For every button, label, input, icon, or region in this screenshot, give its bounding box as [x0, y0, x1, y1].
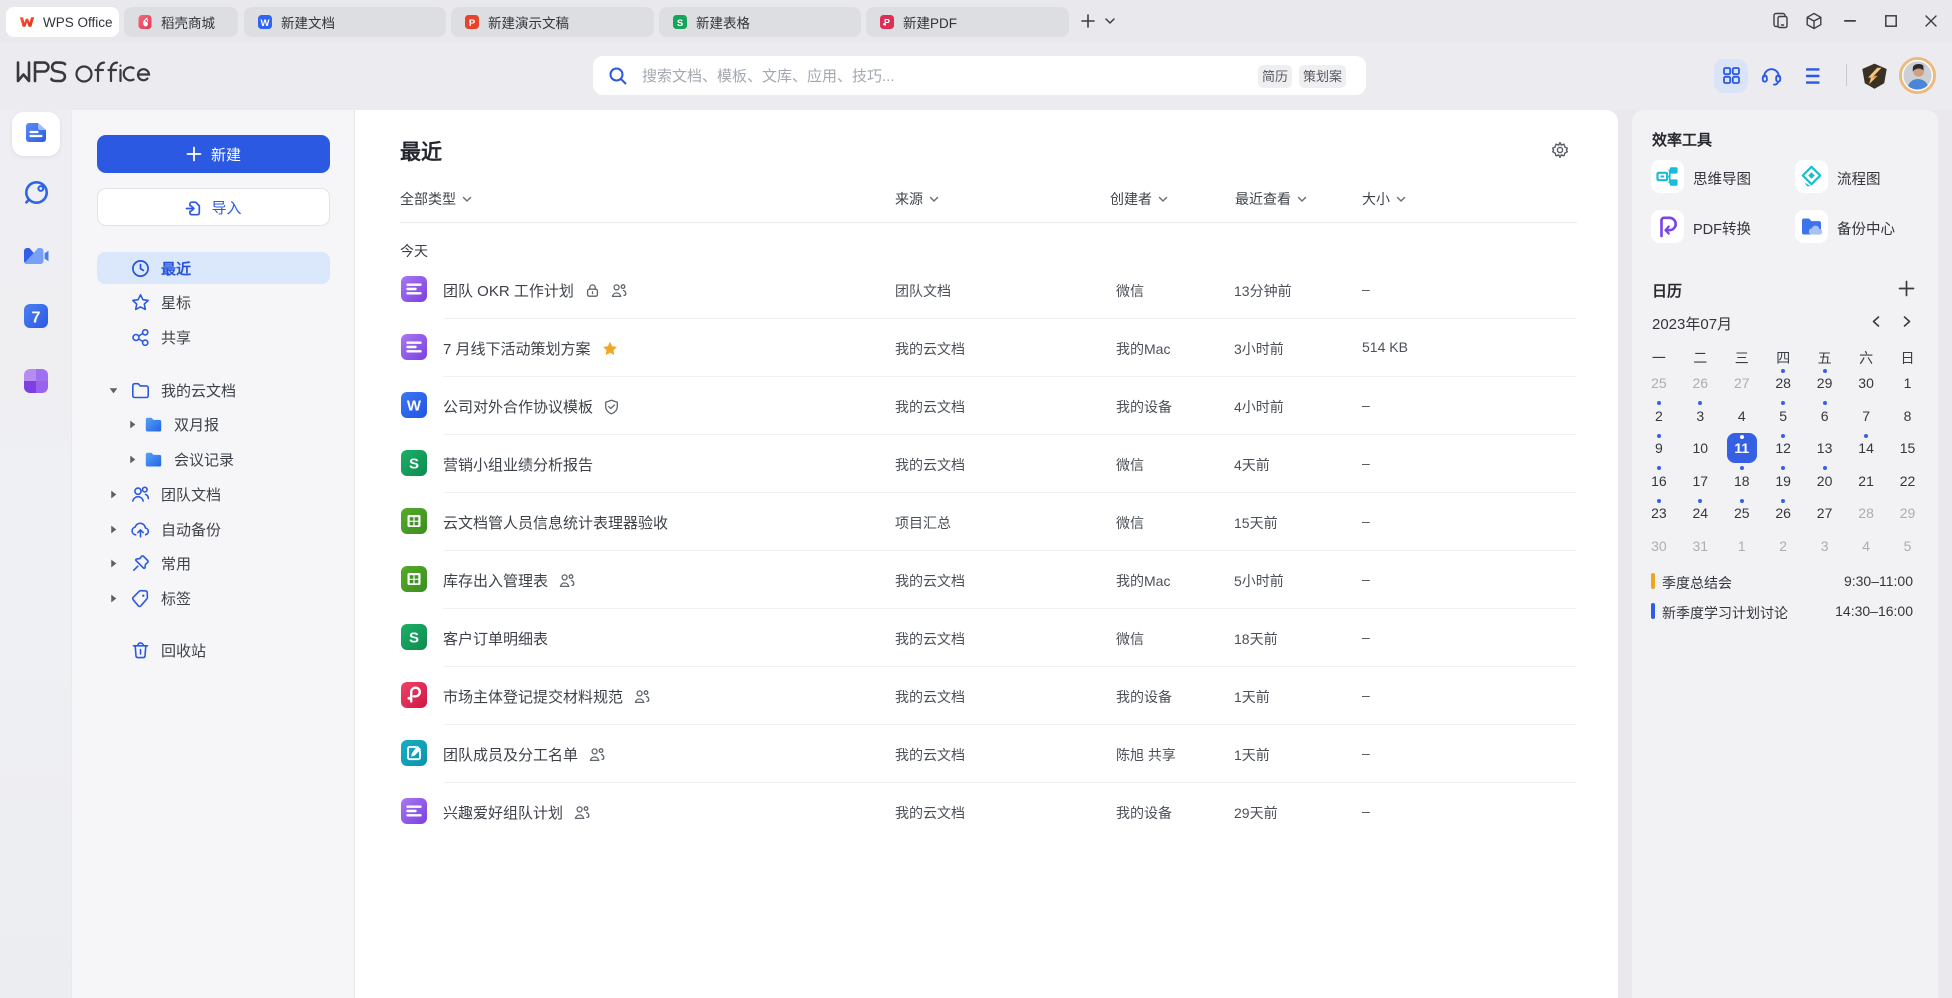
svg-text:W: W: [407, 398, 422, 415]
svg-text:P: P: [884, 18, 890, 28]
svg-text:P: P: [469, 18, 476, 29]
svg-text:S: S: [409, 456, 419, 473]
svg-text:S: S: [409, 630, 419, 647]
svg-text:S: S: [677, 18, 683, 29]
svg-text:7: 7: [32, 310, 41, 327]
svg-text:W: W: [261, 18, 270, 29]
